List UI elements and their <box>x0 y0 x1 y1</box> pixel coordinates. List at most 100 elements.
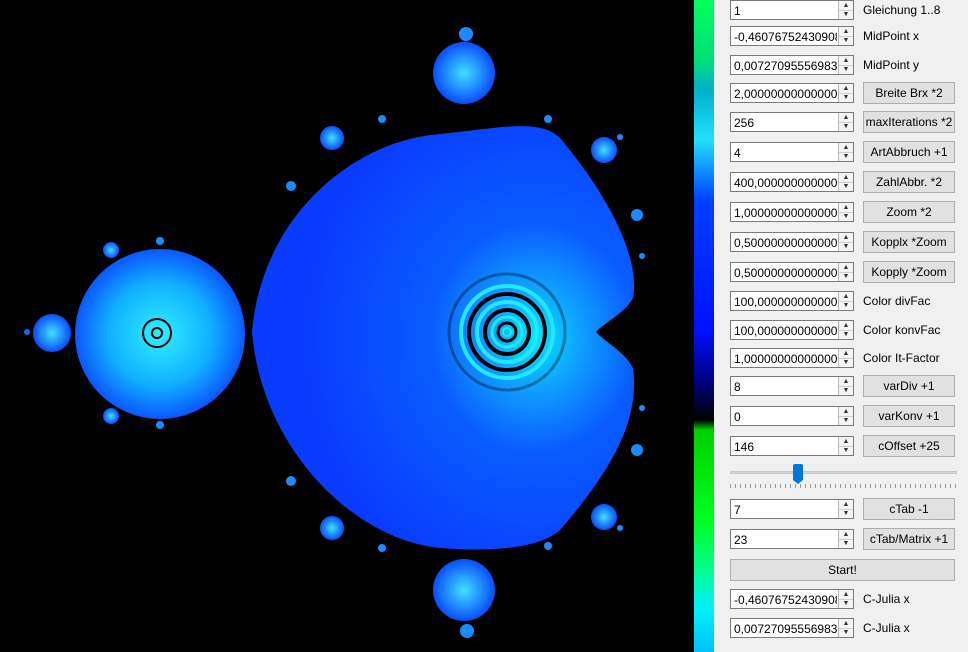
spin-buttons: ▲ ▼ <box>838 377 853 395</box>
color-itfactor-value[interactable]: 1,00000000000000000 <box>734 352 837 366</box>
spin-down-icon[interactable]: ▼ <box>839 330 853 339</box>
varkonv-button[interactable]: varKonv +1 <box>863 405 955 427</box>
spin-buttons: ▲ ▼ <box>838 233 853 251</box>
kopply-value[interactable]: 0,50000000000000000 <box>734 266 837 280</box>
midpoint-y-value[interactable]: 0,0072709555698381 <box>734 59 837 73</box>
color-palette-bar <box>694 0 714 652</box>
max-iterations-value[interactable]: 256 <box>734 116 837 130</box>
c-julia-x-value[interactable]: -0,46076752430908327 <box>734 593 837 607</box>
fractal-canvas[interactable] <box>0 0 694 652</box>
spin-down-icon[interactable]: ▼ <box>839 301 853 310</box>
max-iterations-spinbox[interactable]: 256 ▲ ▼ <box>730 112 854 132</box>
kopplx-button[interactable]: Kopplx *Zoom <box>863 231 955 253</box>
vardiv-spinbox[interactable]: 8 ▲ ▼ <box>730 376 854 396</box>
c-julia-y-value[interactable]: 0,0072709555698381 <box>734 622 837 636</box>
spin-down-icon[interactable]: ▼ <box>839 93 853 102</box>
coffset-button[interactable]: cOffset +25 <box>863 435 955 457</box>
row-ctab-matrix: 23 ▲ ▼ cTab/Matrix +1 <box>714 528 968 551</box>
coffset-value[interactable]: 146 <box>734 440 837 454</box>
row-art-abbruch: 4 ▲ ▼ ArtAbbruch +1 <box>714 141 968 164</box>
breite-brx-button[interactable]: Breite Brx *2 <box>863 82 955 104</box>
color-konvfac-spinbox[interactable]: 100,000000000000000▲▼ <box>730 320 854 340</box>
ctab-matrix-spinbox[interactable]: 23 ▲ ▼ <box>730 529 854 549</box>
spin-down-icon[interactable]: ▼ <box>839 416 853 425</box>
row-zoom: 1,00000000000000000▲▼ Zoom *2 <box>714 201 968 224</box>
spin-buttons: ▲ ▼ <box>838 113 853 131</box>
kopplx-spinbox[interactable]: 0,50000000000000000▲▼ <box>730 232 854 252</box>
spin-buttons: ▲ ▼ <box>838 27 853 45</box>
c-julia-x-label: C-Julia x <box>863 592 910 606</box>
vardiv-value[interactable]: 8 <box>734 380 837 394</box>
spin-down-icon[interactable]: ▼ <box>839 446 853 455</box>
max-iterations-button[interactable]: maxIterations *2 <box>863 111 955 133</box>
spin-buttons: ▲ ▼ <box>838 349 853 367</box>
zoom-button[interactable]: Zoom *2 <box>863 201 955 223</box>
midpoint-x-value[interactable]: -0,46076752430908327 <box>734 30 837 44</box>
spin-down-icon[interactable]: ▼ <box>839 386 853 395</box>
spin-down-icon[interactable]: ▼ <box>839 628 853 637</box>
spin-buttons: ▲ ▼ <box>838 500 853 518</box>
ctab-value[interactable]: 7 <box>734 503 837 517</box>
spin-buttons: ▲ ▼ <box>838 56 853 74</box>
row-gleichung: 1 ▲ ▼ Gleichung 1..8 <box>714 0 968 22</box>
spin-down-icon[interactable]: ▼ <box>839 272 853 281</box>
c-julia-x-spinbox[interactable]: -0,46076752430908327▲▼ <box>730 589 854 609</box>
vardiv-button[interactable]: varDiv +1 <box>863 375 955 397</box>
breite-brx-value[interactable]: 2,00000000000000000 <box>734 87 837 101</box>
varkonv-value[interactable]: 0 <box>734 410 837 424</box>
slider-thumb[interactable] <box>793 464 803 484</box>
color-itfactor-spinbox[interactable]: 1,00000000000000000▲▼ <box>730 348 854 368</box>
spin-buttons: ▲ ▼ <box>838 292 853 310</box>
spin-down-icon[interactable]: ▼ <box>839 182 853 191</box>
kopply-spinbox[interactable]: 0,50000000000000000▲▼ <box>730 262 854 282</box>
zahl-abbr-spinbox[interactable]: 400,000000000000000▲▼ <box>730 172 854 192</box>
spin-down-icon[interactable]: ▼ <box>839 152 853 161</box>
spin-down-icon[interactable]: ▼ <box>839 242 853 251</box>
spin-buttons: ▲ ▼ <box>838 407 853 425</box>
c-julia-y-spinbox[interactable]: 0,0072709555698381▲▼ <box>730 618 854 638</box>
ctab-matrix-value[interactable]: 23 <box>734 533 837 547</box>
spin-down-icon[interactable]: ▼ <box>839 36 853 45</box>
spin-buttons: ▲ ▼ <box>838 321 853 339</box>
spin-down-icon[interactable]: ▼ <box>839 10 853 19</box>
zoom-spinbox[interactable]: 1,00000000000000000▲▼ <box>730 202 854 222</box>
zahl-abbr-value[interactable]: 400,000000000000000 <box>734 176 837 190</box>
midpoint-x-spinbox[interactable]: -0,46076752430908327▲▼ <box>730 26 854 46</box>
color-divfac-value[interactable]: 100,000000000000000 <box>734 295 837 309</box>
spin-buttons: ▲ ▼ <box>838 1 853 19</box>
spin-down-icon[interactable]: ▼ <box>839 539 853 548</box>
varkonv-spinbox[interactable]: 0 ▲ ▼ <box>730 406 854 426</box>
midpoint-x-label: MidPoint x <box>863 29 920 43</box>
color-slider[interactable] <box>730 462 957 490</box>
spin-buttons: ▲ ▼ <box>838 143 853 161</box>
art-abbruch-spinbox[interactable]: 4 ▲ ▼ <box>730 142 854 162</box>
spin-buttons: ▲ ▼ <box>838 203 853 221</box>
spin-down-icon[interactable]: ▼ <box>839 509 853 518</box>
row-color-konvfac: 100,000000000000000▲▼ Color konvFac <box>714 320 968 342</box>
row-zahl-abbr: 400,000000000000000▲▼ ZahlAbbr. *2 <box>714 171 968 194</box>
color-divfac-spinbox[interactable]: 100,000000000000000▲▼ <box>730 291 854 311</box>
coffset-spinbox[interactable]: 146 ▲ ▼ <box>730 436 854 456</box>
spin-buttons: ▲ ▼ <box>838 84 853 102</box>
ctab-button[interactable]: cTab -1 <box>863 498 955 520</box>
zahl-abbr-button[interactable]: ZahlAbbr. *2 <box>863 171 955 193</box>
row-kopply: 0,50000000000000000▲▼ Kopply *Zoom <box>714 261 968 284</box>
spin-down-icon[interactable]: ▼ <box>839 65 853 74</box>
gleichung-spinbox[interactable]: 1 ▲ ▼ <box>730 0 854 20</box>
kopplx-value[interactable]: 0,50000000000000000 <box>734 236 837 250</box>
kopply-button[interactable]: Kopply *Zoom <box>863 261 955 283</box>
spin-down-icon[interactable]: ▼ <box>839 599 853 608</box>
zoom-value[interactable]: 1,00000000000000000 <box>734 206 837 220</box>
start-button[interactable]: Start! <box>730 559 955 581</box>
ctab-matrix-button[interactable]: cTab/Matrix +1 <box>863 528 955 550</box>
spin-down-icon[interactable]: ▼ <box>839 122 853 131</box>
ctab-spinbox[interactable]: 7 ▲ ▼ <box>730 499 854 519</box>
gleichung-value[interactable]: 1 <box>734 4 837 18</box>
color-konvfac-value[interactable]: 100,000000000000000 <box>734 324 837 338</box>
midpoint-y-spinbox[interactable]: 0,0072709555698381▲▼ <box>730 55 854 75</box>
art-abbruch-button[interactable]: ArtAbbruch +1 <box>863 141 955 163</box>
spin-down-icon[interactable]: ▼ <box>839 212 853 221</box>
spin-down-icon[interactable]: ▼ <box>839 358 853 367</box>
breite-brx-spinbox[interactable]: 2,00000000000000000▲▼ <box>730 83 854 103</box>
art-abbruch-value[interactable]: 4 <box>734 146 837 160</box>
